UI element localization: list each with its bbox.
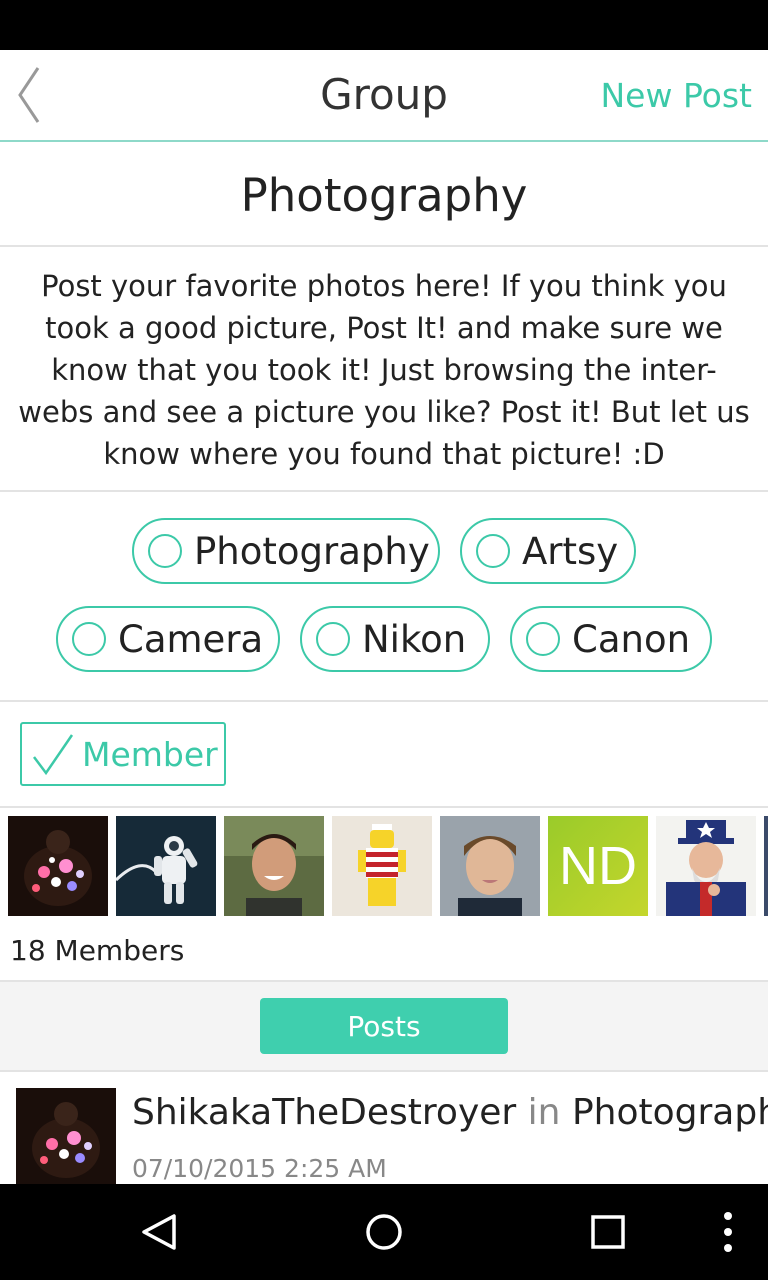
uncle-sam-photo [656,816,756,916]
square-recents-icon [591,1215,625,1249]
tag-label: Canon [572,617,691,661]
tag-label: Camera [118,617,264,661]
astronaut-photo [116,816,216,916]
radio-circle-icon [72,622,106,656]
vertical-dots-menu-icon [724,1212,732,1252]
group-description: Post your favorite photos here! If you t… [18,269,750,471]
member-avatar-initials[interactable]: ND [548,816,648,916]
post-in-word: in [527,1092,561,1133]
triangle-back-icon [142,1214,176,1250]
tag-label: Nikon [362,617,467,661]
tag-photography[interactable]: Photography [132,518,440,584]
radio-circle-icon [148,534,182,568]
light-painting-photo [16,1088,116,1184]
members-section: ND 18 Members [0,808,768,982]
portrait-photo [440,816,540,916]
portrait-photo [224,816,324,916]
nav-menu-button[interactable] [704,1208,752,1256]
member-avatar[interactable] [8,816,108,916]
member-avatar[interactable] [116,816,216,916]
lego-figure-photo [332,816,432,916]
initials-avatar: ND [559,836,637,896]
post-list-item[interactable]: ShikakaTheDestroyer in Photography 07/10… [0,1072,768,1184]
nav-recents-button[interactable] [584,1208,632,1256]
tag-label: Photography [194,529,430,573]
member-avatar[interactable] [764,816,768,916]
tag-artsy[interactable]: Artsy [460,518,636,584]
post-header: ShikakaTheDestroyer in Photography [132,1092,768,1133]
post-timestamp: 07/10/2015 2:25 AM [132,1154,387,1183]
new-post-button[interactable]: New Post [600,76,752,115]
tags-section: Photography Artsy Camera Nikon Canon [0,492,768,702]
membership-section: Member [0,702,768,808]
posts-tab-button[interactable]: Posts [260,998,508,1054]
navigation-bar [0,1184,768,1280]
partial-avatar-photo [764,816,768,916]
circle-home-icon [366,1214,402,1250]
nav-home-button[interactable] [360,1208,408,1256]
posts-tab-section: Posts [0,982,768,1072]
group-name: Photography [240,169,528,222]
tag-canon[interactable]: Canon [510,606,712,672]
member-label: Member [82,734,218,774]
nav-back-button[interactable] [136,1208,184,1256]
member-avatar[interactable] [332,816,432,916]
tag-label: Artsy [522,529,619,573]
radio-circle-icon [476,534,510,568]
app-bar: Group New Post [0,50,768,142]
tag-camera[interactable]: Camera [56,606,280,672]
radio-circle-icon [526,622,560,656]
post-author[interactable]: ShikakaTheDestroyer [132,1092,516,1133]
member-avatar[interactable] [440,816,540,916]
radio-circle-icon [316,622,350,656]
tag-nikon[interactable]: Nikon [300,606,490,672]
svg-text:ND: ND [559,836,637,896]
member-toggle-button[interactable]: Member [20,722,226,786]
member-avatar[interactable] [224,816,324,916]
group-header: Photography [0,142,768,247]
light-painting-photo [8,816,108,916]
post-author-avatar[interactable] [16,1088,116,1184]
status-bar [0,0,768,50]
checkmark-icon [33,734,74,776]
member-avatar[interactable] [656,816,756,916]
post-group[interactable]: Photography [572,1092,768,1133]
members-count: 18 Members [10,934,185,967]
group-description-section: Post your favorite photos here! If you t… [0,247,768,492]
